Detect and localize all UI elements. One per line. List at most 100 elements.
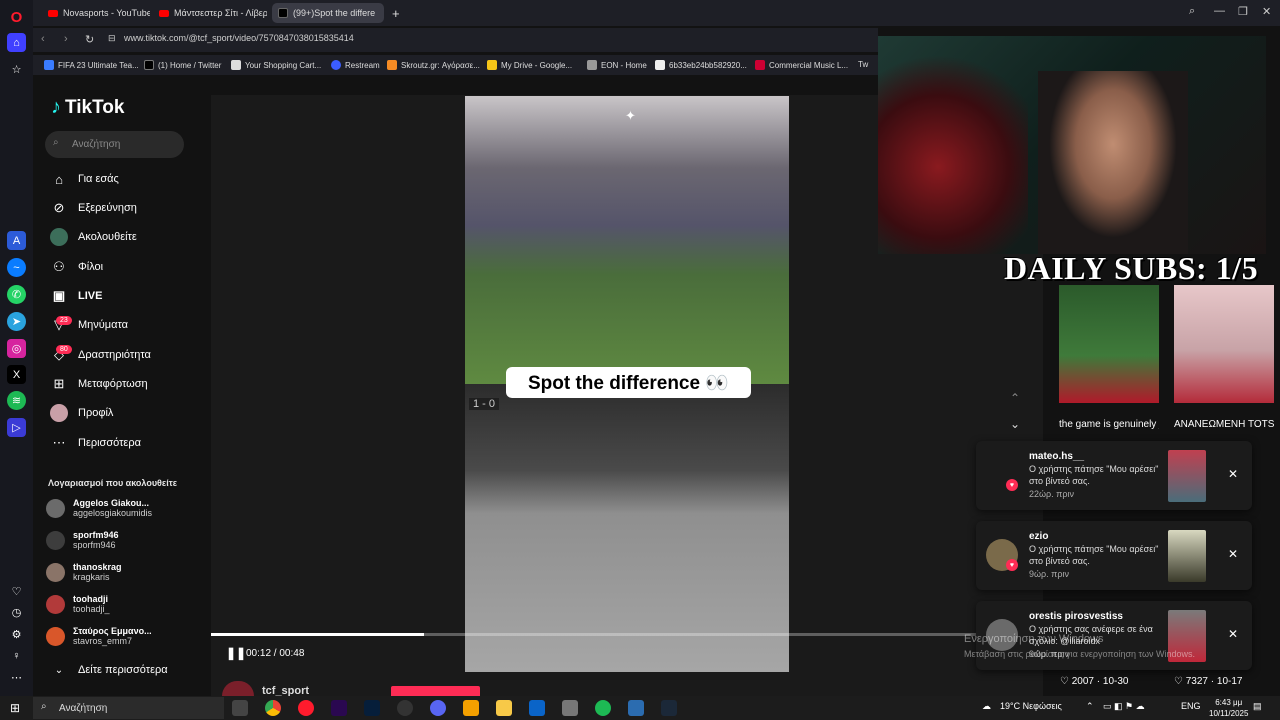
- app-icon[interactable]: [628, 700, 644, 716]
- forward-icon[interactable]: ›: [64, 33, 68, 45]
- drive-icon: [487, 60, 497, 70]
- tab-tiktok-active[interactable]: (99+)Spot the differe: [272, 3, 384, 23]
- site-info-icon[interactable]: ⊟: [108, 33, 116, 44]
- more-icon[interactable]: ⋯: [7, 668, 26, 687]
- bookmark-fifa[interactable]: FIFA 23 Ultimate Tea...: [44, 60, 139, 70]
- bookmark-music[interactable]: Commercial Music L...: [755, 60, 848, 70]
- chrome-icon[interactable]: [265, 700, 281, 716]
- related-thumbnail[interactable]: [1174, 285, 1274, 403]
- spotify-icon[interactable]: ≋: [7, 391, 26, 410]
- bookmark-eon[interactable]: EON - Home: [587, 60, 647, 70]
- bookmark-cart[interactable]: Your Shopping Cart...: [231, 60, 321, 70]
- notification-card[interactable]: ♥ mateo.hs__ Ο χρήστης πάτησε "Μου αρέσε…: [976, 441, 1252, 510]
- premiere-icon[interactable]: [331, 700, 347, 716]
- nav-friends[interactable]: ⚇ Φίλοι: [50, 258, 103, 276]
- reload-icon[interactable]: ↻: [85, 33, 94, 46]
- account-item[interactable]: Aggelos Giakou... aggelosgiakoumidis: [46, 498, 152, 518]
- outlook-icon[interactable]: [529, 700, 545, 716]
- close-icon[interactable]: ✕: [1228, 627, 1238, 641]
- nav-live[interactable]: ▣ LIVE: [50, 287, 103, 305]
- avatar: [46, 594, 65, 614]
- opera-taskbar-icon[interactable]: [298, 700, 314, 716]
- upload-icon: ⊞: [53, 376, 65, 391]
- spotify-taskbar-icon[interactable]: [595, 700, 611, 716]
- url-field[interactable]: www.tiktok.com/@tcf_sport/video/75708470…: [124, 33, 354, 43]
- language-indicator[interactable]: ENG: [1181, 701, 1201, 711]
- weather-icon[interactable]: ☁: [982, 701, 991, 712]
- webcam-overlay: [878, 36, 1266, 254]
- see-more-link[interactable]: ⌄ Δείτε περισσότερα: [50, 661, 168, 679]
- nav-explore[interactable]: ⊘ Εξερεύνηση: [50, 199, 137, 217]
- tab-match[interactable]: Μάντσεστερ Σίτι - Λίβερπ: [153, 3, 267, 23]
- telegram-icon[interactable]: ➤: [7, 312, 26, 331]
- tab-novasports[interactable]: Novasports - YouTube: [42, 3, 150, 23]
- nav-more[interactable]: ⋯ Περισσότερα: [50, 434, 141, 452]
- new-tab-button[interactable]: +: [389, 3, 407, 23]
- tray-icons[interactable]: ▭ ◧ ⚑ ☁: [1103, 701, 1145, 712]
- photoshop-icon[interactable]: [364, 700, 380, 716]
- whatsapp-icon[interactable]: ✆: [7, 285, 26, 304]
- instagram-icon[interactable]: ◎: [7, 339, 26, 358]
- notification-message: Ο χρήστης πάτησε "Μου αρέσει" στο βίντεό…: [1029, 544, 1159, 566]
- minimize-icon[interactable]: —: [1214, 5, 1225, 17]
- tips-icon[interactable]: ♀: [7, 646, 26, 665]
- avatar: [46, 626, 65, 646]
- bookmark-drive[interactable]: My Drive - Google...: [487, 60, 572, 70]
- history-icon[interactable]: ◷: [7, 603, 26, 622]
- back-icon[interactable]: ‹: [41, 33, 45, 45]
- notification-thumbnail[interactable]: [1168, 530, 1206, 582]
- opera-logo-icon[interactable]: O: [7, 8, 26, 27]
- nav-following[interactable]: Ακολουθείτε: [50, 228, 137, 246]
- file-explorer-icon[interactable]: [496, 700, 512, 716]
- search-input[interactable]: ⌕ Αναζήτηση: [45, 131, 184, 158]
- prev-video-icon[interactable]: ⌃: [1010, 391, 1020, 405]
- home-icon[interactable]: ⌂: [7, 33, 26, 52]
- tiktok-logo[interactable]: ♪ TikTok: [51, 96, 124, 119]
- bookmark-twitter[interactable]: (1) Home / Twitter: [144, 60, 221, 70]
- search-tabs-icon[interactable]: ⌕: [1189, 5, 1195, 18]
- account-item[interactable]: sporfm946 sporfm946: [46, 530, 119, 550]
- windows-start-icon[interactable]: ⊞: [10, 701, 20, 715]
- settings-icon[interactable]: ⚙: [7, 625, 26, 644]
- related-thumbnail[interactable]: [1059, 285, 1159, 403]
- bookmark-tw[interactable]: Tw: [858, 60, 868, 69]
- follow-button[interactable]: [391, 686, 480, 696]
- notification-center-icon[interactable]: ▤: [1253, 701, 1262, 712]
- weather-text[interactable]: 19°C Νεφώσεις: [1000, 701, 1062, 711]
- notification-card[interactable]: ♥ ezio Ο χρήστης πάτησε "Μου αρέσει" στο…: [976, 521, 1252, 590]
- app-icon[interactable]: [463, 700, 479, 716]
- close-icon[interactable]: ✕: [1228, 547, 1238, 561]
- bookmark-skroutz[interactable]: Skroutz.gr: Αγόρασε...: [387, 60, 480, 70]
- account-item[interactable]: toohadji toohadji_: [46, 594, 110, 614]
- star-icon[interactable]: ☆: [7, 60, 26, 79]
- restore-icon[interactable]: ❐: [1238, 5, 1248, 18]
- steam-icon[interactable]: [661, 700, 677, 716]
- app-icon[interactable]: [562, 700, 578, 716]
- notification-thumbnail[interactable]: [1168, 450, 1206, 502]
- related-stats: ♡ 7327 · 10-17: [1174, 676, 1243, 687]
- screen: { "browser": { "tabs": [ {"label": "Nova…: [0, 0, 1280, 720]
- player-icon[interactable]: ▷: [7, 418, 26, 437]
- taskbar-search[interactable]: ⌕ Αναζήτηση: [33, 697, 224, 719]
- task-view-icon[interactable]: [232, 700, 248, 716]
- video-scene-color: [465, 96, 789, 384]
- discord-icon[interactable]: [430, 700, 446, 716]
- x-icon[interactable]: X: [7, 365, 26, 384]
- nav-profile[interactable]: Προφίλ: [50, 404, 113, 422]
- close-icon[interactable]: ✕: [1228, 467, 1238, 481]
- account-item[interactable]: Σταύρος Εμμανο... stavros_emm7: [46, 626, 152, 646]
- tray-chevron-icon[interactable]: ⌃: [1086, 701, 1094, 712]
- pause-icon[interactable]: ❚❚: [226, 646, 246, 660]
- bookmark-restream[interactable]: Restream: [331, 60, 380, 70]
- account-item[interactable]: thanoskrag kragkaris: [46, 562, 122, 582]
- close-window-icon[interactable]: ✕: [1262, 5, 1271, 18]
- messenger-icon[interactable]: ~: [7, 258, 26, 277]
- heart-icon[interactable]: ♡: [7, 582, 26, 601]
- clock[interactable]: 6:43 μμ 10/11/2025: [1209, 697, 1248, 719]
- nav-for-you[interactable]: ⌂ Για εσάς: [50, 170, 119, 188]
- aria-icon[interactable]: A: [7, 231, 26, 250]
- next-video-icon[interactable]: ⌄: [1010, 417, 1020, 431]
- bookmark-hash[interactable]: 6b33eb24bb582920...: [655, 60, 747, 70]
- nav-upload[interactable]: ⊞ Μεταφόρτωση: [50, 375, 148, 393]
- obs-icon[interactable]: [397, 700, 413, 716]
